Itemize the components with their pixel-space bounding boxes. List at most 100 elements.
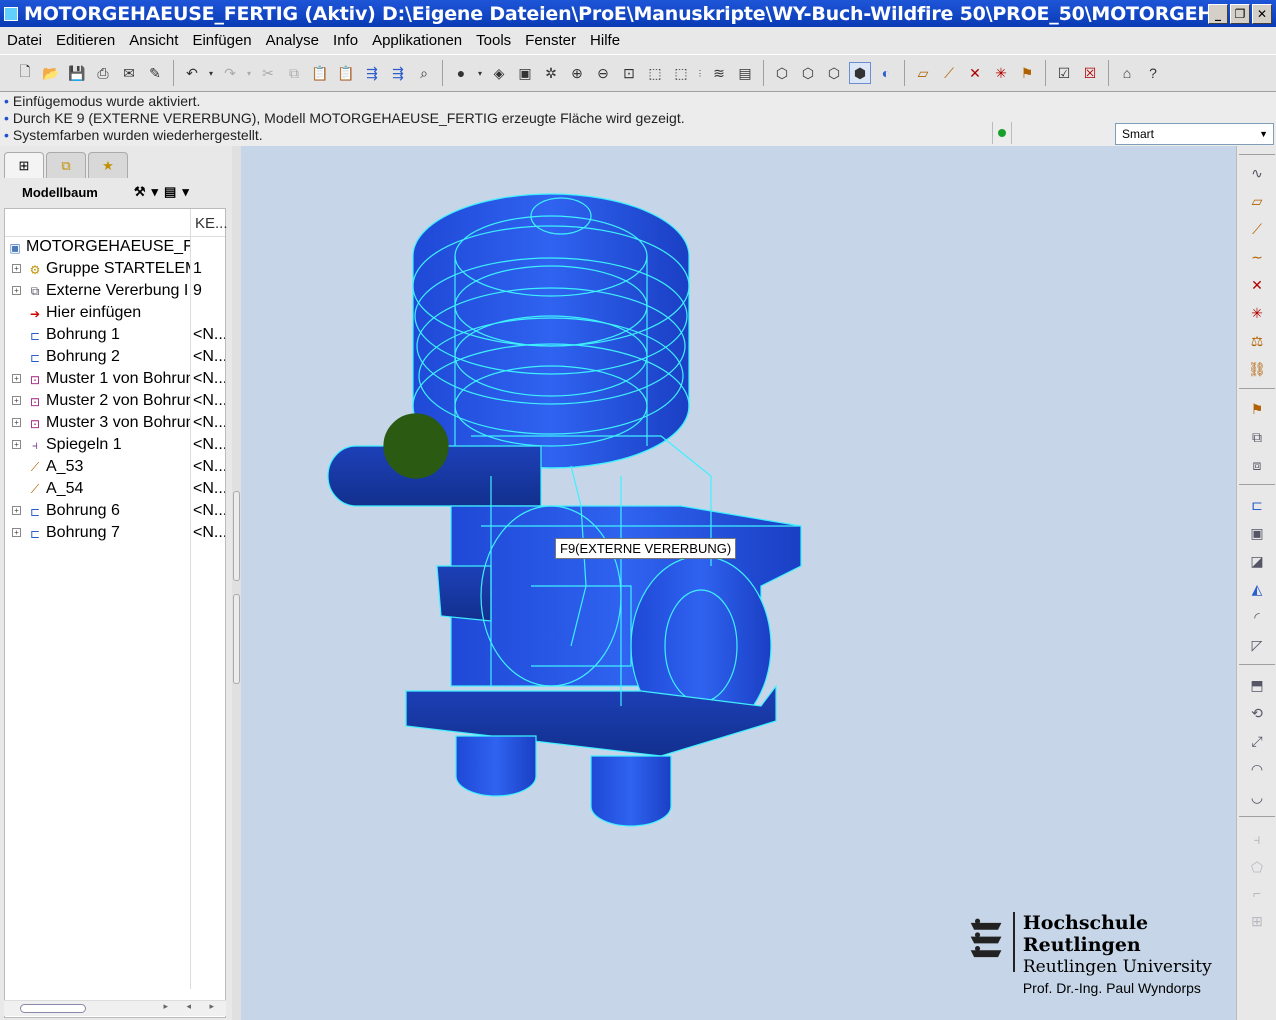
sketch-icon[interactable]: ∿: [1246, 162, 1268, 184]
menu-fenster[interactable]: Fenster: [518, 32, 583, 49]
style-icon[interactable]: ◡: [1246, 786, 1268, 808]
zoom-in-icon[interactable]: ⊕: [566, 62, 588, 84]
paste-icon[interactable]: 📋: [309, 62, 331, 84]
cut-icon[interactable]: ✂: [257, 62, 279, 84]
save-icon[interactable]: 💾: [66, 62, 88, 84]
appearance-icon[interactable]: ◈: [488, 62, 510, 84]
menu-tools[interactable]: Tools: [469, 32, 518, 49]
views-dropdown-icon[interactable]: ⋮: [696, 62, 704, 84]
menu-info[interactable]: Info: [326, 32, 365, 49]
motor-housing-model[interactable]: [241, 146, 1236, 1020]
hidden-line-icon[interactable]: ⬡: [797, 62, 819, 84]
datum-chain-icon[interactable]: ⛓: [1246, 358, 1268, 380]
merge-icon[interactable]: ⬠: [1246, 856, 1268, 878]
zoom-out-icon[interactable]: ⊖: [592, 62, 614, 84]
expand-icon[interactable]: +: [12, 264, 21, 273]
copy-geometry-icon[interactable]: ⧉: [1246, 426, 1268, 448]
coordinate-systems-icon[interactable]: ✳: [990, 62, 1012, 84]
tree-item[interactable]: ⊏ Bohrung 2 <N...: [5, 347, 225, 369]
rename-icon[interactable]: ✎: [144, 62, 166, 84]
redraw-icon[interactable]: ▣: [514, 62, 536, 84]
datum-curve-icon[interactable]: ∼: [1246, 246, 1268, 268]
close-button[interactable]: ✕: [1252, 3, 1272, 24]
maximize-button[interactable]: ❐: [1230, 3, 1250, 24]
shrinkwrap-icon[interactable]: ⧈: [1246, 454, 1268, 476]
regenerate-manager-icon[interactable]: ⇶: [387, 62, 409, 84]
redo-icon[interactable]: ↷: [219, 62, 241, 84]
selection-filter-select[interactable]: Smart ▼: [1115, 123, 1274, 145]
datum-planes-icon[interactable]: ▱: [912, 62, 934, 84]
datum-axis-icon[interactable]: ⟋: [1246, 218, 1268, 240]
rib-icon[interactable]: ◪: [1246, 550, 1268, 572]
enhanced-realism-icon[interactable]: ◐: [875, 62, 897, 84]
coordinate-system-icon[interactable]: ✳: [1246, 302, 1268, 324]
pattern-icon[interactable]: ⊞: [1246, 910, 1268, 932]
expand-icon[interactable]: +: [12, 374, 21, 383]
analysis-icon[interactable]: ⚖: [1246, 330, 1268, 352]
new-file-icon[interactable]: 🗋: [14, 62, 36, 84]
context-help-icon[interactable]: ?: [1142, 62, 1164, 84]
window-activate-icon[interactable]: ☑: [1053, 62, 1075, 84]
graphics-window[interactable]: F9(EXTERNE VERERBUNG) Hochschule Reutlin…: [241, 146, 1236, 1020]
spin-center-icon[interactable]: ✲: [540, 62, 562, 84]
datum-plane-icon[interactable]: ▱: [1246, 190, 1268, 212]
tree-item[interactable]: ▣ MOTORGEHAEUSE_FE: [5, 237, 225, 259]
panel-splitter[interactable]: [232, 146, 241, 1020]
chamfer-icon[interactable]: ◸: [1246, 634, 1268, 656]
scrollbar-thumb[interactable]: [20, 1004, 86, 1013]
tree-item[interactable]: + ⊡ Muster 2 von Bohrung <N...: [5, 391, 225, 413]
feature-id-column-header[interactable]: KE...: [195, 215, 228, 232]
tab-model-tree[interactable]: ⊞: [4, 152, 44, 178]
copy-icon[interactable]: ⧉: [283, 62, 305, 84]
sweep-icon[interactable]: ⤢: [1246, 730, 1268, 752]
menu-applikationen[interactable]: Applikationen: [365, 32, 469, 49]
tree-settings-icon[interactable]: ⚒▾: [134, 184, 164, 199]
tree-item[interactable]: + ⧉ Externe Vererbung I9: [5, 281, 225, 303]
tree-columns-icon[interactable]: ▤▾: [164, 184, 195, 199]
minimize-button[interactable]: _: [1208, 3, 1228, 24]
shading-dropdown-icon[interactable]: ▾: [476, 62, 484, 84]
datum-points-icon[interactable]: ✕: [964, 62, 986, 84]
blend-icon[interactable]: ◠: [1246, 758, 1268, 780]
scroll-arrows-icon[interactable]: ▸ ◂ ▸: [163, 1001, 222, 1012]
annotations-icon[interactable]: ⚑: [1016, 62, 1038, 84]
redo-dropdown-icon[interactable]: ▾: [245, 62, 253, 84]
revolve-icon[interactable]: ⟲: [1246, 702, 1268, 724]
annotation-icon[interactable]: ⚑: [1246, 398, 1268, 420]
refit-icon[interactable]: ⊡: [618, 62, 640, 84]
horizontal-scrollbar[interactable]: ▸ ◂ ▸: [4, 1000, 226, 1016]
shell-icon[interactable]: ▣: [1246, 522, 1268, 544]
draft-icon[interactable]: ◭: [1246, 578, 1268, 600]
datum-axes-icon[interactable]: ⟋: [938, 62, 960, 84]
menu-ansicht[interactable]: Ansicht: [122, 32, 185, 49]
menu-editieren[interactable]: Editieren: [49, 32, 122, 49]
regenerate-icon[interactable]: ⇶: [361, 62, 383, 84]
expand-icon[interactable]: +: [12, 286, 21, 295]
window-close-icon[interactable]: ☒: [1079, 62, 1101, 84]
splitter-grip[interactable]: [233, 594, 240, 684]
expand-icon[interactable]: +: [12, 418, 21, 427]
layers-icon[interactable]: ≋: [708, 62, 730, 84]
expand-icon[interactable]: +: [12, 506, 21, 515]
view-manager-icon[interactable]: ▤: [734, 62, 756, 84]
tree-item[interactable]: + ⊏ Bohrung 7 <N...: [5, 523, 225, 545]
wireframe-icon[interactable]: ⬡: [771, 62, 793, 84]
tree-item[interactable]: + ⊡ Muster 1 von Bohrung <N...: [5, 369, 225, 391]
undo-dropdown-icon[interactable]: ▾: [207, 62, 215, 84]
hole-icon[interactable]: ⊏: [1246, 494, 1268, 516]
expand-icon[interactable]: +: [12, 440, 21, 449]
paste-special-icon[interactable]: 📋: [335, 62, 357, 84]
send-mail-icon[interactable]: ✉: [118, 62, 140, 84]
menu-datei[interactable]: Datei: [0, 32, 49, 49]
tree-item[interactable]: ⟋ A_53 <N...: [5, 457, 225, 479]
tree-item[interactable]: + ⊏ Bohrung 6 <N...: [5, 501, 225, 523]
expand-icon[interactable]: +: [12, 528, 21, 537]
mirror-icon[interactable]: ⫞: [1246, 828, 1268, 850]
datum-point-icon[interactable]: ✕: [1246, 274, 1268, 296]
tree-item[interactable]: ➔ Hier einfügen: [5, 303, 225, 325]
tree-item[interactable]: + ⊡ Muster 3 von Bohrung <N...: [5, 413, 225, 435]
tree-item[interactable]: ⊏ Bohrung 1 <N...: [5, 325, 225, 347]
print-icon[interactable]: ⎙: [92, 62, 114, 84]
tree-item[interactable]: + ⫞ Spiegeln 1 <N...: [5, 435, 225, 457]
expand-icon[interactable]: +: [12, 396, 21, 405]
